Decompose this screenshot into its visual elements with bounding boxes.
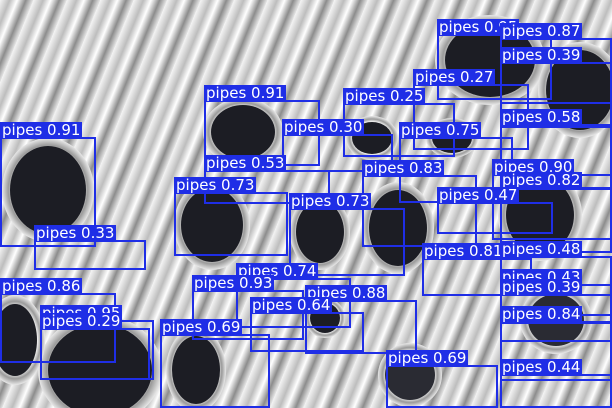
detection-label: pipes 0.91 — [204, 84, 287, 102]
detection-box: pipes 0.69 — [386, 350, 498, 408]
detection-label: pipes 0.64 — [250, 296, 333, 314]
detection-label: pipes 0.81 — [422, 242, 505, 260]
detection-label: pipes 0.91 — [0, 121, 83, 139]
detection-box: pipes 0.69 — [160, 319, 270, 408]
detection-label: pipes 0.93 — [192, 274, 275, 292]
detection-image: pipes 0.95 pipes 0.87 pipes 0.39 pipes 0.27… — [0, 0, 612, 408]
detection-label: pipes 0.83 — [362, 159, 445, 177]
detection-label: pipes 0.86 — [0, 277, 83, 295]
detection-label: pipes 0.39 — [500, 278, 583, 296]
detection-label: pipes 0.69 — [386, 349, 469, 367]
detection-label: pipes 0.47 — [437, 186, 520, 204]
detection-label: pipes 0.84 — [500, 305, 583, 323]
detection-label: pipes 0.73 — [174, 176, 257, 194]
detection-label: pipes 0.53 — [204, 154, 287, 172]
detection-label: pipes 0.44 — [500, 358, 583, 376]
detection-label: pipes 0.29 — [40, 312, 123, 330]
detection-label: pipes 0.87 — [500, 22, 583, 40]
detection-label: pipes 0.27 — [413, 68, 496, 86]
detection-label: pipes 0.25 — [343, 87, 426, 105]
detection-box: pipes 0.29 — [40, 313, 150, 380]
detection-box: pipes 0.44 — [500, 359, 612, 408]
detection-label: pipes 0.30 — [282, 118, 365, 136]
detection-label: pipes 0.75 — [399, 121, 482, 139]
detection-label: pipes 0.58 — [500, 108, 583, 126]
detection-label: pipes 0.39 — [500, 46, 583, 64]
detection-box: pipes 0.33 — [34, 225, 146, 270]
detection-box: pipes 0.47 — [437, 187, 553, 234]
detection-label: pipes 0.69 — [160, 318, 243, 336]
detection-label: pipes 0.48 — [500, 240, 583, 258]
detection-label: pipes 0.73 — [289, 192, 372, 210]
detection-label: pipes 0.33 — [34, 224, 117, 242]
detection-box: pipes 0.73 — [174, 177, 288, 256]
